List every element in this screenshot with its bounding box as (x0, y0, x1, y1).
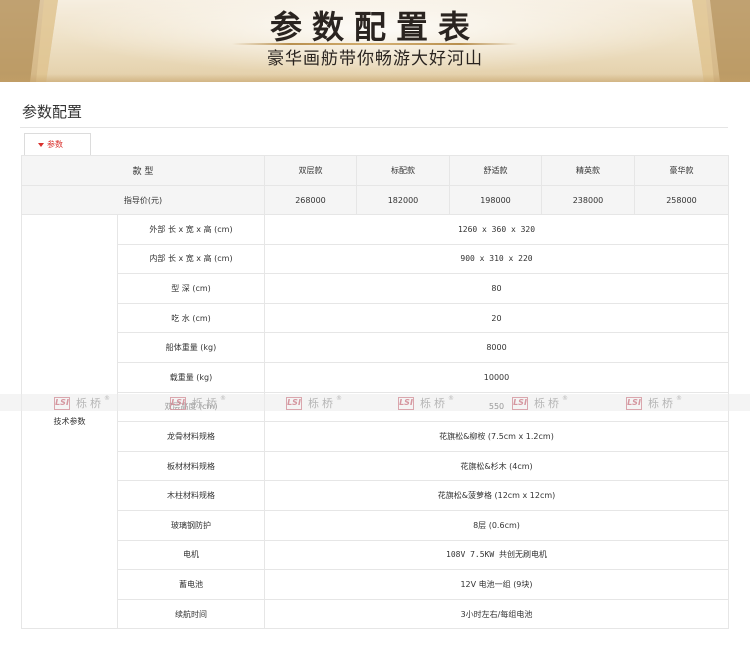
table-row: 龙骨材料规格 花旗松&柳桉 (7.5cm x 1.2cm) (22, 421, 729, 452)
row-value-cell: 8000 (264, 332, 729, 363)
table-row: 船体重量 (kg) 8000 (22, 332, 729, 363)
table-row: 木柱材料规格 花旗松&菠萝格 (12cm x 12cm) (22, 480, 729, 511)
row-label-cell: 外部 长 x 宽 x 高 (cm) (117, 214, 265, 245)
price-value-cell: 258000 (634, 185, 729, 215)
header-banner: 参数配置表 豪华画舫带你畅游大好河山 (0, 0, 750, 82)
row-label-cell: 船体重量 (kg) (117, 332, 265, 363)
caret-down-icon (38, 143, 44, 147)
banner-bottom-band (0, 74, 750, 82)
row-value-cell: 1260 x 360 x 320 (264, 214, 729, 245)
model-header-elite: 精英款 (541, 155, 635, 186)
row-value-cell: 花旗松&菠萝格 (12cm x 12cm) (264, 480, 729, 511)
table-row: 内部 长 x 宽 x 高 (cm) 900 x 310 x 220 (22, 243, 729, 275)
tab-params[interactable]: 参数 (24, 133, 91, 156)
group-label-cell: 技术参数 (21, 213, 118, 630)
model-header-double: 双层款 (264, 155, 357, 186)
row-label-cell: 板材材料规格 (117, 450, 265, 482)
row-label-cell: 型 深 (cm) (117, 273, 265, 304)
table-row: 续航时间 3小时左右/每组电池 (22, 598, 729, 630)
row-value-cell: 108V 7.5KW 共创无刷电机 (264, 539, 729, 571)
table-row: 吃 水 (cm) 20 (22, 302, 729, 334)
table-header-row: 款 型 双层款 标配款 舒适款 精英款 豪华款 (21, 155, 729, 186)
table-row: 蓄电池 12V 电池一组 (9块) (22, 569, 729, 600)
banner-title: 参数配置表 (269, 8, 480, 46)
row-label-cell: 吃 水 (cm) (117, 302, 265, 334)
price-value-cell: 238000 (541, 185, 635, 215)
table-row: 技术参数 外部 长 x 宽 x 高 (cm) 1260 x 360 x 320 (21, 213, 729, 630)
row-label-cell: 载重量 (kg) (117, 361, 265, 393)
row-label-cell: 木柱材料规格 (117, 480, 265, 511)
row-value-cell: 80 (264, 273, 729, 304)
row-label-cell: 内部 长 x 宽 x 高 (cm) (117, 243, 265, 275)
price-value-cell: 198000 (449, 185, 542, 215)
model-header-comfort: 舒适款 (449, 155, 542, 186)
price-value-cell: 268000 (264, 185, 357, 215)
row-value-cell: 3小时左右/每组电池 (264, 598, 729, 630)
table-row: 电机 108V 7.5KW 共创无刷电机 (22, 539, 729, 571)
row-value-cell: 20 (264, 302, 729, 334)
model-header-cell: 款 型 (21, 155, 265, 186)
model-header-standard: 标配款 (356, 155, 450, 186)
row-value-cell: 8层 (0.6cm) (264, 509, 729, 541)
price-value-cell: 182000 (356, 185, 450, 215)
row-label-cell: 电机 (117, 539, 265, 571)
table-row: 载重量 (kg) 10000 (22, 361, 729, 393)
row-value-cell: 花旗松&杉木 (4cm) (264, 450, 729, 482)
table-row: 型 深 (cm) 80 (22, 273, 729, 304)
price-label-cell: 指导价(元) (21, 185, 265, 215)
section-divider (20, 127, 728, 128)
model-header-luxury: 豪华款 (634, 155, 729, 186)
table-row: 双层高度 (cm) 550 (22, 391, 729, 423)
price-row: 指导价(元) 268000 182000 198000 238000 25800… (21, 185, 729, 215)
spec-table: 款 型 双层款 标配款 舒适款 精英款 豪华款 指导价(元) 268000 18… (21, 155, 729, 630)
row-label-cell: 玻璃钢防护 (117, 509, 265, 541)
table-row: 玻璃钢防护 8层 (0.6cm) (22, 509, 729, 541)
row-label-cell: 双层高度 (cm) (117, 391, 265, 423)
row-label-cell: 续航时间 (117, 598, 265, 630)
row-label-cell: 蓄电池 (117, 569, 265, 600)
row-value-cell: 900 x 310 x 220 (264, 243, 729, 275)
table-row: 板材材料规格 花旗松&杉木 (4cm) (22, 450, 729, 482)
section-title: 参数配置 (22, 103, 83, 121)
tab-params-label: 参数 (47, 140, 63, 149)
row-value-cell: 10000 (264, 361, 729, 393)
row-value-cell: 花旗松&柳桉 (7.5cm x 1.2cm) (264, 421, 729, 452)
banner-subtitle: 豪华画舫带你畅游大好河山 (267, 49, 483, 69)
row-value-cell: 12V 电池一组 (9块) (264, 569, 729, 600)
row-value-cell: 550 (264, 391, 729, 423)
row-label-cell: 龙骨材料规格 (117, 421, 265, 452)
